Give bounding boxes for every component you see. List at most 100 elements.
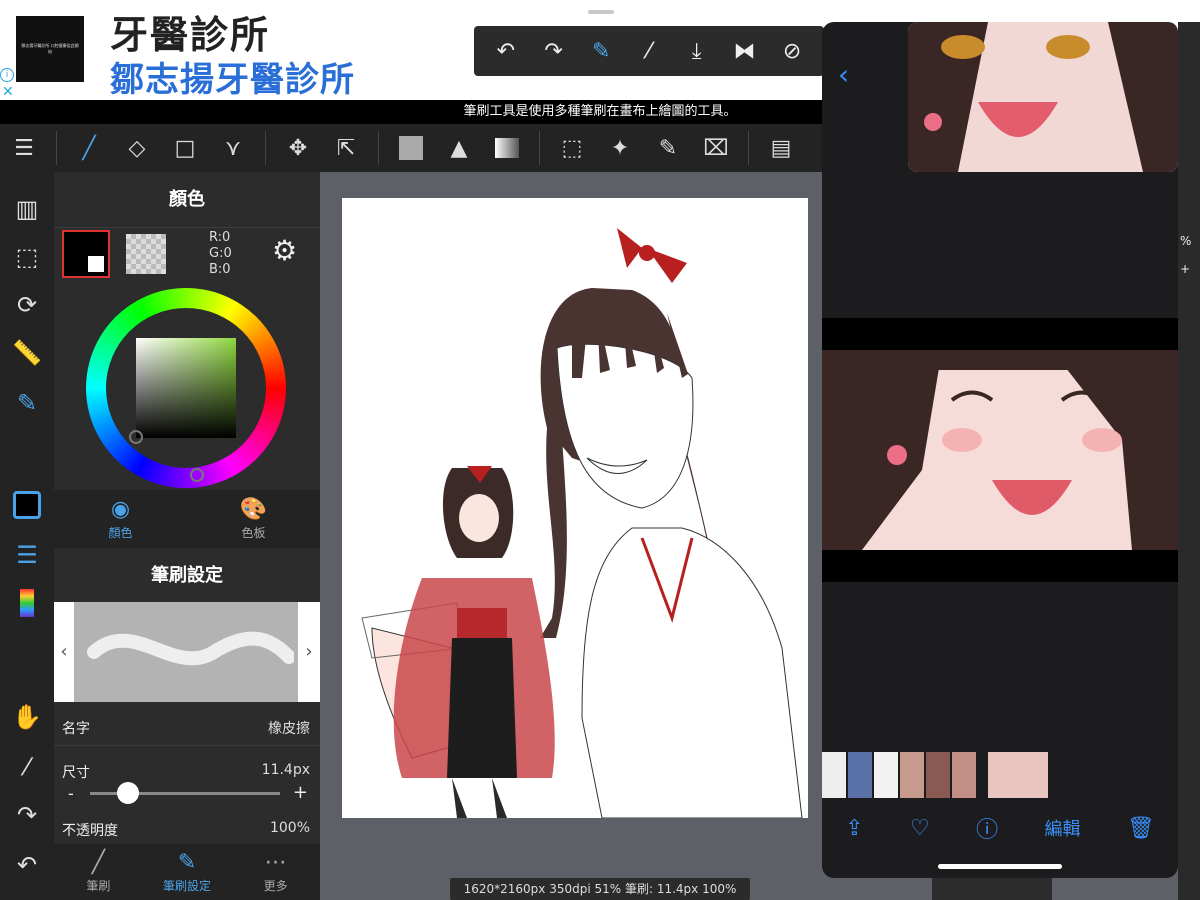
save-icon[interactable]: ⤓	[682, 36, 712, 66]
saturation-value-square[interactable]	[136, 338, 236, 438]
eraser-icon[interactable]: ◇	[113, 124, 161, 172]
thumbnail[interactable]	[952, 752, 976, 798]
edge-strip-top	[1178, 0, 1200, 22]
brush-opacity-label: 不透明度	[62, 823, 118, 839]
transparent-color-swatch[interactable]	[126, 234, 166, 274]
brush-name-value[interactable]: 橡皮擦	[268, 718, 310, 738]
video-letterbox-top	[822, 318, 1178, 350]
size-plus-button[interactable]: +	[293, 782, 308, 803]
redo-icon[interactable]: ↷	[539, 36, 569, 66]
color-panel-title: 顏色	[54, 172, 320, 228]
home-indicator[interactable]	[938, 864, 1062, 869]
rgb-readout: R:0 G:0 B:0	[209, 230, 232, 278]
brush-icon: ╱	[91, 850, 105, 875]
b-value: B:0	[209, 262, 231, 277]
brush-size-value: 11.4px	[261, 762, 310, 778]
hue-knob[interactable]	[190, 468, 204, 482]
chevron-right-icon[interactable]: ›	[298, 602, 320, 702]
brush-icon[interactable]: ╱	[65, 124, 113, 172]
closeup-face-image	[822, 350, 1178, 550]
foreground-color-swatch[interactable]	[62, 230, 110, 278]
brush-name-row[interactable]: 名字 橡皮擦	[54, 706, 320, 746]
select-rect-icon[interactable]: ⬚	[548, 124, 596, 172]
magic-wand-icon[interactable]: ✦	[596, 124, 644, 172]
shape-icon[interactable]: □	[161, 124, 209, 172]
drag-handle[interactable]	[588, 10, 614, 14]
brush-transform-icon[interactable]: ✎	[586, 36, 616, 66]
trash-icon[interactable]: 🗑	[1127, 816, 1155, 841]
heart-icon[interactable]: ♡	[910, 816, 930, 841]
vector-icon[interactable]: ⋎	[209, 124, 257, 172]
photo-viewer-image[interactable]	[822, 350, 1178, 550]
eyedropper-icon[interactable]: ⁄	[634, 36, 664, 66]
brush-opacity-value: 100%	[269, 820, 310, 836]
thumbnail[interactable]	[874, 752, 898, 798]
chevron-left-icon[interactable]: ‹	[838, 58, 849, 91]
ruler-icon[interactable]: 📏	[8, 334, 46, 372]
panel-layout-icon[interactable]: ▤	[757, 124, 805, 172]
ad-subtitle[interactable]: 鄒志揚牙醫診所	[110, 52, 355, 101]
brush-tabs: ╱ 筆刷 ✎ 筆刷設定 ⋯ 更多	[54, 844, 320, 900]
eyedropper-icon[interactable]: ⁄	[8, 748, 46, 786]
chevron-left-icon[interactable]: ‹	[54, 602, 74, 702]
transform-icon[interactable]: ⇱	[322, 124, 370, 172]
right-edge-panel: % +	[1178, 22, 1200, 900]
brush-stroke-preview	[87, 631, 294, 666]
ad-logo: 鄒志揚牙醫診所 口腔健康從此開始	[16, 16, 84, 82]
canvas-area[interactable]: 1620*2160px 350dpi 51% 筆刷: 11.4px 100%	[320, 172, 822, 900]
selection-icon[interactable]: ⬚	[8, 238, 46, 276]
layer-thumb-behind	[932, 878, 1052, 900]
thumbnail-selected[interactable]	[988, 752, 1048, 798]
tab-palette[interactable]: 🎨 色板	[187, 490, 320, 548]
close-icon[interactable]: ✕	[2, 84, 14, 100]
info-icon[interactable]: ⓘ	[976, 812, 998, 844]
share-icon[interactable]: ⇪	[845, 816, 863, 841]
undo-icon[interactable]: ↶	[8, 846, 46, 884]
tab-more[interactable]: ⋯ 更多	[231, 844, 320, 900]
brush-opacity-row[interactable]: 不透明度 100%	[54, 808, 320, 848]
quick-toolbar: ↶ ↷ ✎ ⁄ ⤓ ⧓ ⊘	[474, 26, 824, 76]
select-eraser-icon[interactable]: ⌧	[692, 124, 740, 172]
tab-color[interactable]: ◉ 顏色	[54, 490, 187, 548]
color-swatch-icon[interactable]	[8, 486, 46, 524]
undo-icon[interactable]: ↶	[491, 36, 521, 66]
palette-icon: 🎨	[239, 497, 268, 522]
info-icon[interactable]: i	[0, 68, 14, 82]
fill-color-icon[interactable]	[387, 124, 435, 172]
brush-size-label: 尺寸	[62, 765, 90, 781]
ad-title[interactable]: 牙醫診所	[110, 4, 270, 59]
thumbnail[interactable]	[848, 752, 872, 798]
color-wheel[interactable]	[86, 288, 286, 488]
hand-icon[interactable]: ✋	[8, 698, 46, 736]
layers-icon[interactable]: ▥	[8, 190, 46, 228]
thumbnail[interactable]	[822, 752, 846, 798]
rotate-off-icon[interactable]: ⊘	[777, 36, 807, 66]
tab-brush[interactable]: ╱ 筆刷	[54, 844, 143, 900]
edit-button[interactable]: 編輯	[1045, 815, 1081, 841]
layer-list-icon[interactable]: ☰	[8, 536, 46, 574]
move-icon[interactable]: ✥	[274, 124, 322, 172]
sv-knob[interactable]	[129, 430, 143, 444]
flip-icon[interactable]: ⧓	[729, 36, 759, 66]
edge-plus[interactable]: +	[1180, 262, 1190, 276]
thumbnail[interactable]	[900, 752, 924, 798]
brush-setting-icon[interactable]: ✎	[8, 384, 46, 422]
bucket-icon[interactable]: ▲	[435, 124, 483, 172]
tab-brush-settings[interactable]: ✎ 筆刷設定	[143, 844, 232, 900]
rotate-icon[interactable]: ⟳	[8, 286, 46, 324]
thumbnail[interactable]	[926, 752, 950, 798]
gradient-icon[interactable]	[483, 124, 531, 172]
menu-icon[interactable]: ☰	[0, 124, 48, 172]
edge-percent: %	[1180, 234, 1192, 248]
redo-icon[interactable]: ↷	[8, 796, 46, 834]
side-panel: 顏色 R:0 G:0 B:0 ⚙ ◉ 顏色 🎨 色板 筆刷設定 ‹ › 名字 橡皮擦…	[54, 172, 320, 900]
size-slider-knob[interactable]	[117, 782, 139, 804]
size-minus-button[interactable]: -	[68, 784, 74, 803]
main-toolbar: ☰ ╱ ◇ □ ⋎ ✥ ⇱ ▲ ⬚ ✦ ✎ ⌧ ▤	[0, 124, 822, 172]
select-pen-icon[interactable]: ✎	[644, 124, 692, 172]
palette-strip-icon[interactable]	[8, 584, 46, 622]
gear-icon[interactable]: ⚙	[272, 234, 297, 267]
divider	[378, 131, 379, 165]
picture-in-picture[interactable]	[908, 22, 1178, 172]
drawing-canvas[interactable]	[342, 198, 808, 818]
